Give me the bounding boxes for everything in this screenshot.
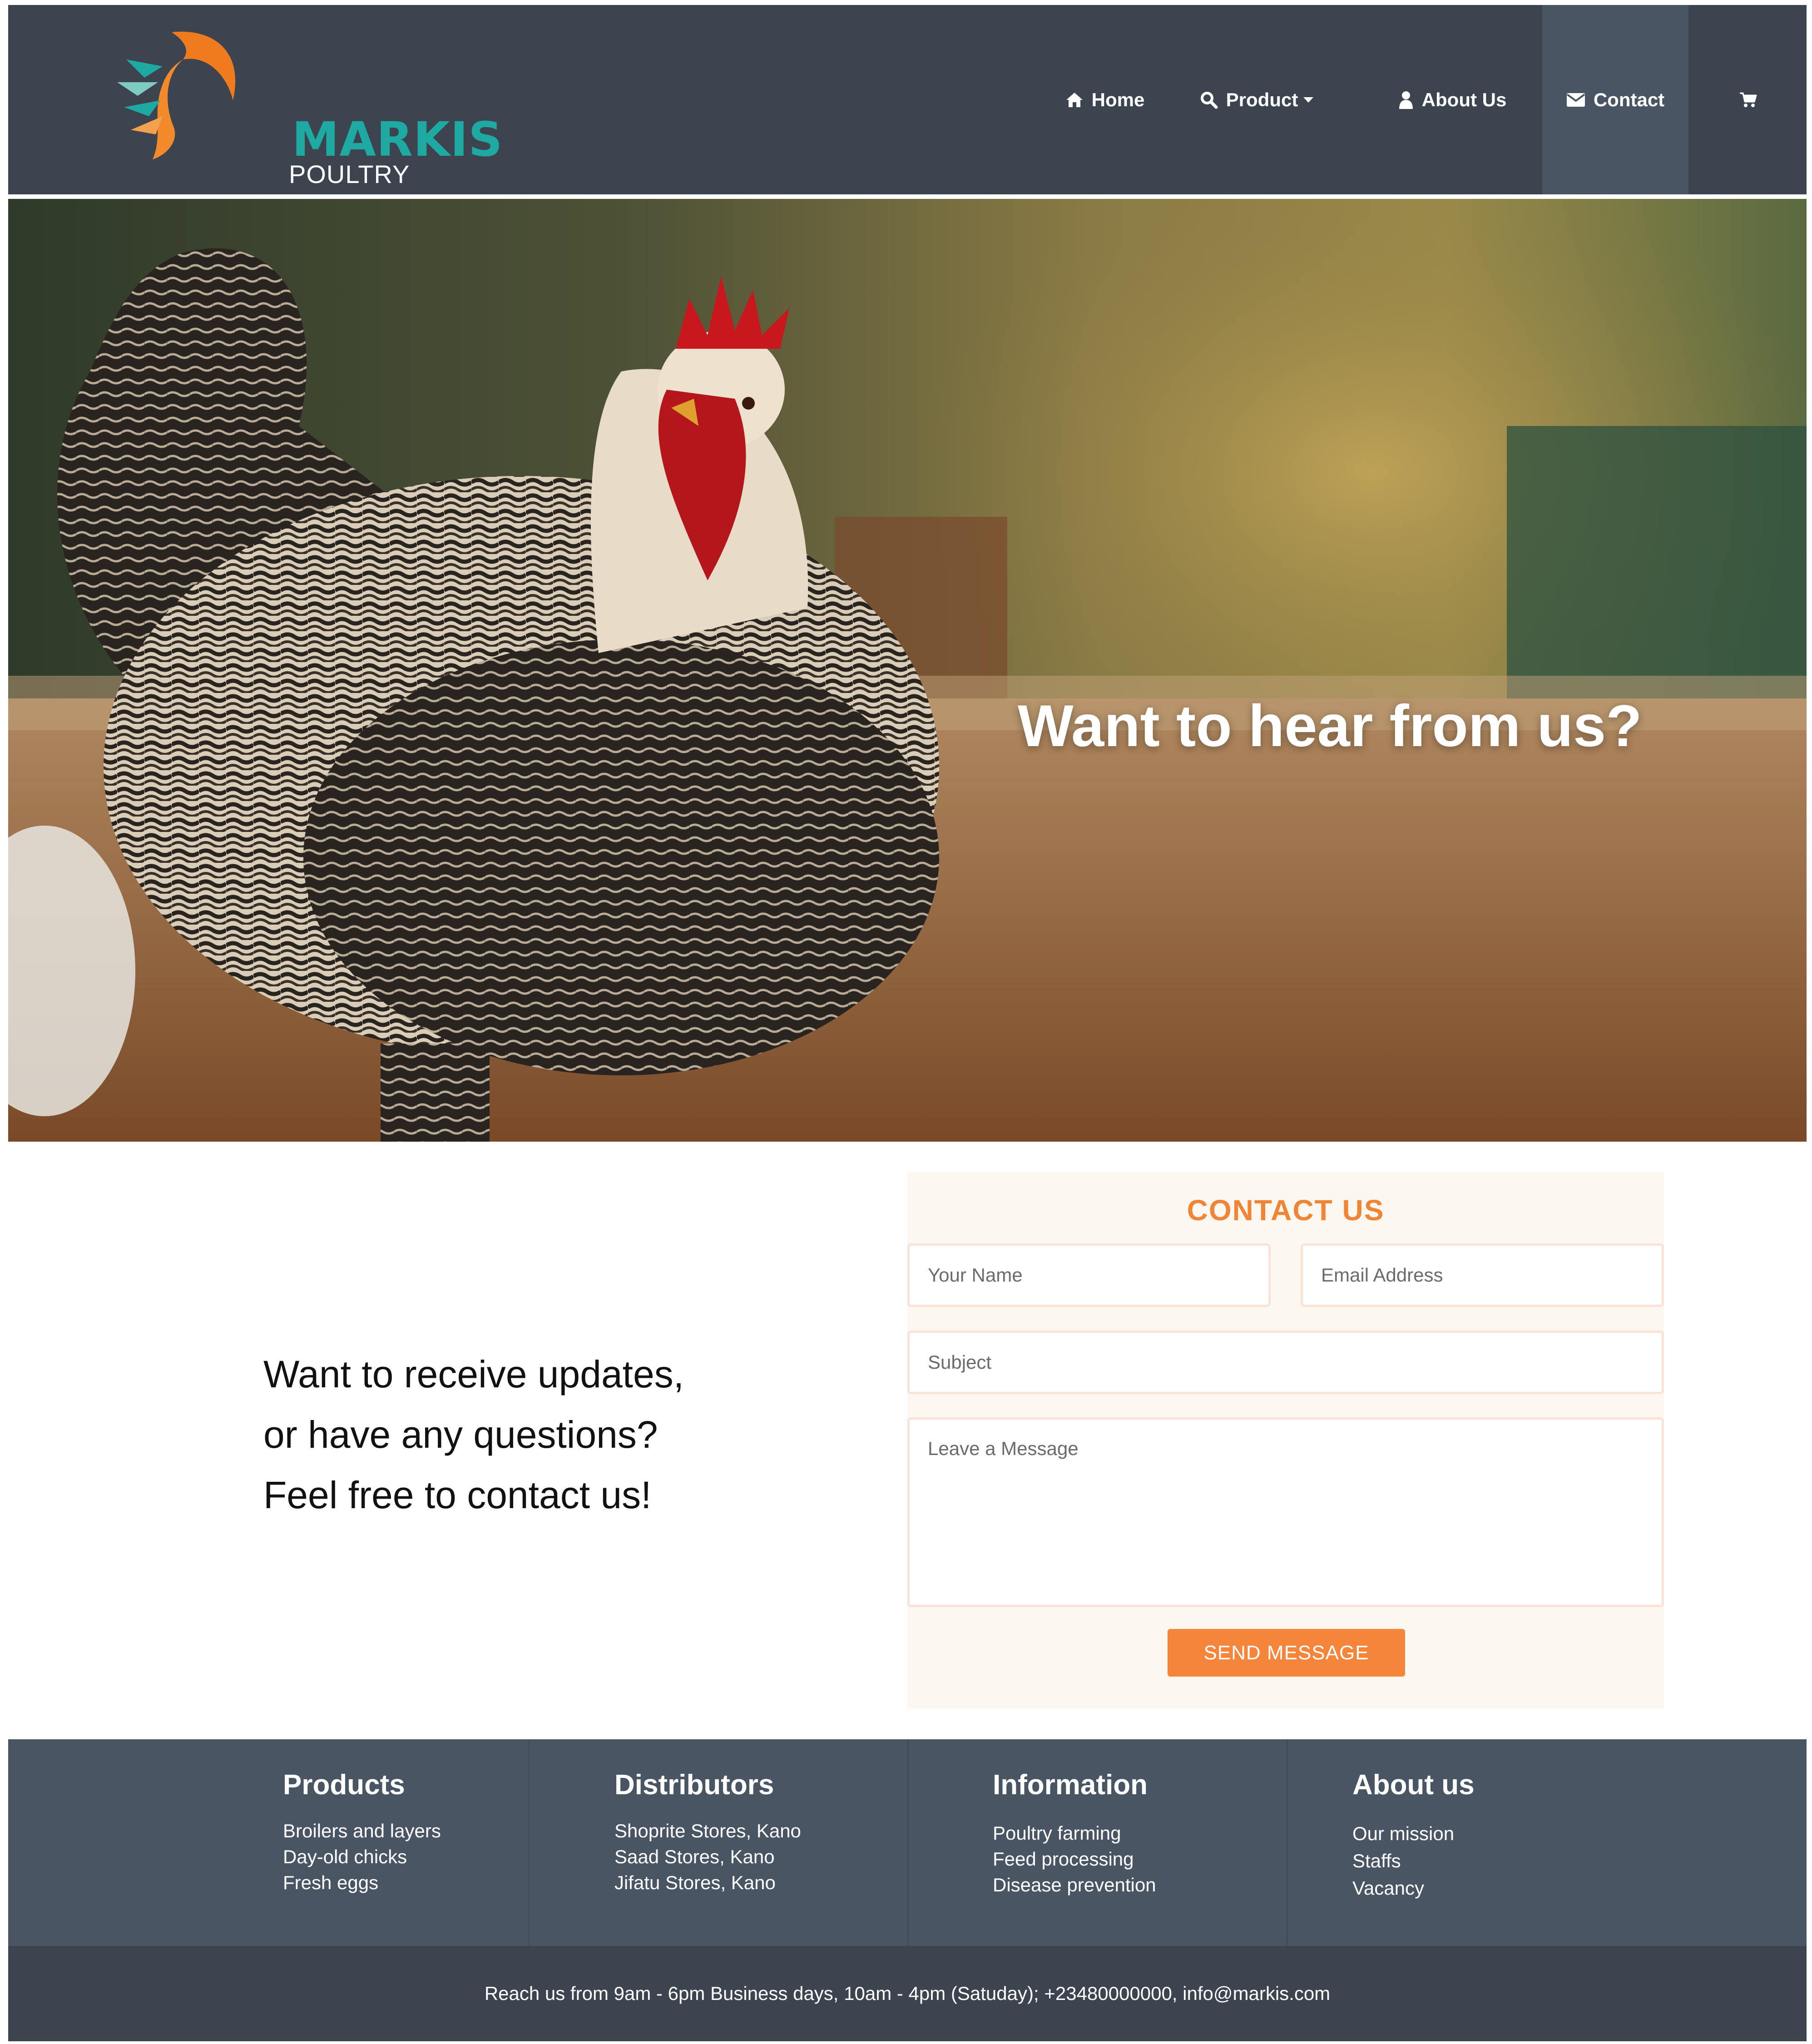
footer-bottom-bar: Reach us from 9am - 6pm Business days, 1…: [8, 1946, 1807, 2041]
footer-link[interactable]: Fresh eggs: [283, 1870, 441, 1896]
footer-link[interactable]: Broilers and layers: [283, 1818, 441, 1844]
footer-heading: Products: [283, 1769, 405, 1801]
intro-line-1: Want to receive updates,: [263, 1353, 684, 1396]
footer-links: Poultry farming Feed processing Disease …: [993, 1820, 1156, 1898]
footer-divider: [907, 1739, 909, 1946]
contact-intro: Want to receive updates, or have any que…: [263, 1344, 808, 1525]
cart-icon: [1740, 92, 1757, 107]
footer-links: Our mission Staffs Vacancy: [1352, 1820, 1454, 1902]
footer-link[interactable]: Feed processing: [993, 1846, 1156, 1872]
footer-link[interactable]: Vacancy: [1352, 1875, 1454, 1902]
footer-links: Broilers and layers Day-old chicks Fresh…: [283, 1818, 441, 1896]
contact-form-title: CONTACT US: [1187, 1194, 1385, 1227]
nav-about[interactable]: About Us: [1384, 5, 1520, 194]
footer-link[interactable]: Staffs: [1352, 1847, 1454, 1875]
rooster-logo-icon: [117, 31, 236, 159]
nav-contact-label: Contact: [1593, 89, 1665, 110]
contact-form: CONTACT US SEND MESSAGE: [907, 1172, 1664, 1709]
footer-link[interactable]: Saad Stores, Kano: [614, 1844, 801, 1870]
envelope-icon: [1566, 93, 1585, 107]
caret-down-icon: [1303, 97, 1314, 103]
rooster-photo: [8, 199, 1807, 1142]
footer-link[interactable]: Disease prevention: [993, 1872, 1156, 1898]
footer-link[interactable]: Poultry farming: [993, 1820, 1156, 1846]
subject-input[interactable]: [907, 1331, 1664, 1394]
footer-link[interactable]: Day-old chicks: [283, 1844, 441, 1870]
nav-product-label: Product: [1226, 89, 1298, 110]
footer-links: Shoprite Stores, Kano Saad Stores, Kano …: [614, 1818, 801, 1896]
email-input[interactable]: [1301, 1243, 1664, 1307]
footer-link[interactable]: Our mission: [1352, 1820, 1454, 1847]
search-icon: [1200, 91, 1218, 109]
name-input[interactable]: [907, 1243, 1271, 1307]
nav-contact[interactable]: Contact: [1542, 5, 1688, 194]
nav-cart[interactable]: [1725, 5, 1779, 194]
footer-heading: Information: [993, 1769, 1148, 1801]
nav-product[interactable]: Product: [1189, 5, 1325, 194]
intro-line-3: Feel free to contact us!: [263, 1474, 652, 1516]
footer-link[interactable]: Shoprite Stores, Kano: [614, 1818, 801, 1844]
site-header: MARKIS POULTRY FARM Home Product Abo: [8, 5, 1807, 218]
footer-heading: About us: [1352, 1769, 1475, 1801]
site-footer: Products Broilers and layers Day-old chi…: [8, 1739, 1807, 1946]
home-icon: [1066, 92, 1083, 107]
nav-home[interactable]: Home: [1039, 5, 1171, 194]
nav-about-label: About Us: [1421, 89, 1507, 110]
footer-divider: [1287, 1739, 1288, 1946]
user-icon: [1399, 91, 1413, 109]
message-textarea[interactable]: [907, 1417, 1664, 1607]
send-message-button[interactable]: SEND MESSAGE: [1168, 1629, 1405, 1677]
nav-home-label: Home: [1091, 89, 1145, 110]
footer-heading: Distributors: [614, 1769, 774, 1801]
brand-name: MARKIS: [292, 112, 503, 167]
business-hours-contact: Reach us from 9am - 6pm Business days, 1…: [484, 1983, 1331, 2004]
footer-divider: [528, 1739, 530, 1946]
hero-title: Want to hear from us?: [1018, 693, 1642, 759]
brand-logo[interactable]: MARKIS POULTRY FARM: [99, 23, 502, 218]
intro-line-2: or have any questions?: [263, 1413, 658, 1456]
hero-banner: Want to hear from us?: [8, 199, 1807, 1142]
footer-link[interactable]: Jifatu Stores, Kano: [614, 1870, 801, 1896]
